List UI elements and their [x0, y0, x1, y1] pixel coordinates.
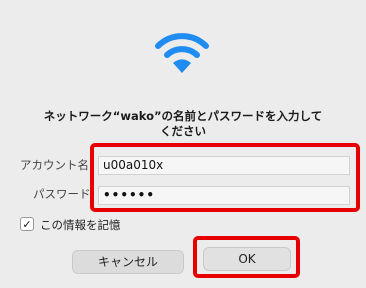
credentials-highlight-box — [90, 143, 360, 212]
wifi-password-dialog: ネットワーク“wako”の名前とパスワードを入力して ください アカウント名: … — [0, 0, 366, 288]
cancel-button[interactable]: キャンセル — [72, 250, 184, 274]
checkmark-icon: ✓ — [22, 217, 32, 231]
account-name-label: アカウント名: — [20, 158, 93, 172]
remember-checkbox[interactable]: ✓ — [20, 217, 34, 231]
remember-label[interactable]: この情報を記憶 — [40, 217, 121, 233]
ok-highlight-box — [193, 236, 300, 278]
password-label: パスワード: — [33, 187, 95, 201]
wifi-icon — [155, 33, 209, 73]
dialog-title: ネットワーク“wako”の名前とパスワードを入力して ください — [43, 109, 323, 138]
